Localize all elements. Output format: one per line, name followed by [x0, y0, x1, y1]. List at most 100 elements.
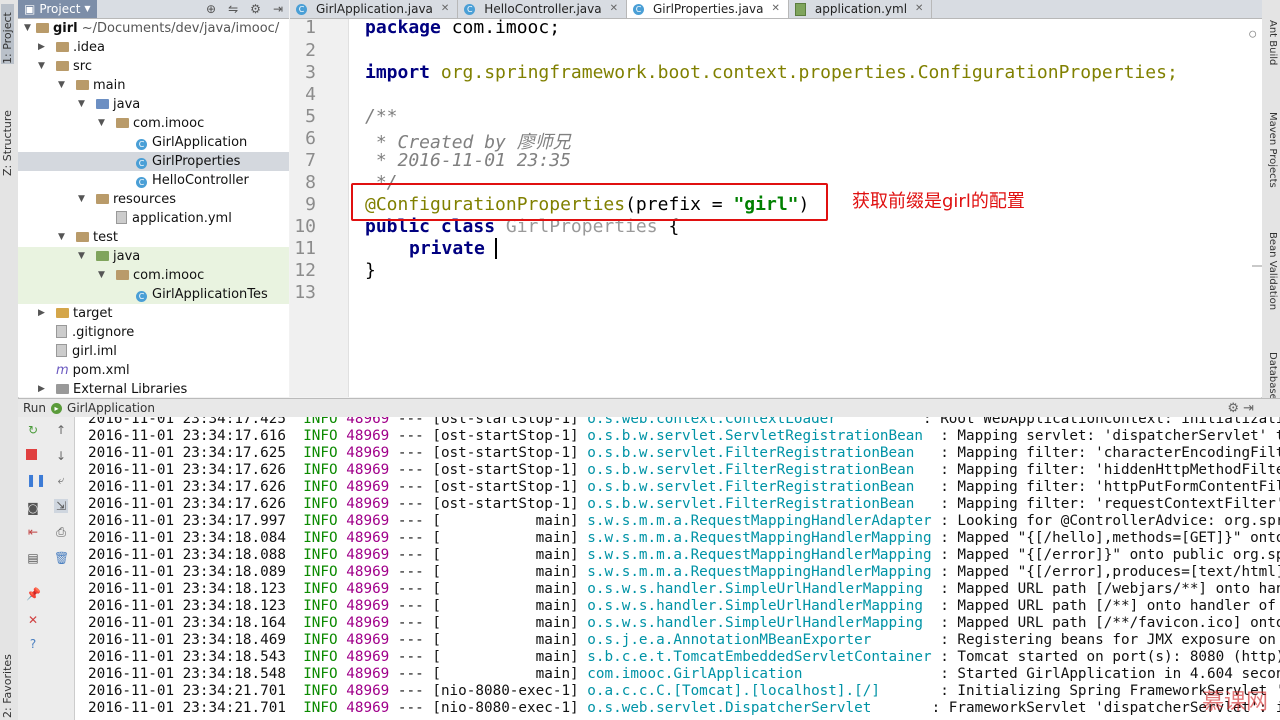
line-number: 7	[305, 150, 316, 171]
print-icon[interactable]: ⎙	[54, 525, 68, 539]
scroll-down-icon[interactable]: ↓	[54, 449, 68, 463]
stop-icon[interactable]	[26, 449, 37, 460]
log-line: 2016-11-01 23:34:18.164 INFO 48969 --- […	[88, 615, 1280, 631]
pin-icon[interactable]: 📌	[26, 587, 41, 601]
favorites-tool-button[interactable]: 2: Favorites	[1, 640, 14, 718]
line-number: 3	[305, 62, 316, 83]
tab-girlproperties[interactable]: C GirlProperties.java ✕	[627, 0, 789, 18]
tree-item-girlapplication[interactable]: C GirlApplication	[18, 133, 289, 152]
sync-icon[interactable]: ⊕	[206, 2, 216, 16]
tab-hellocontroller[interactable]: C HelloController.java ✕	[458, 0, 627, 18]
collapse-icon[interactable]: ⇋	[228, 2, 238, 16]
tree-item-test-java[interactable]: ▼ java	[18, 247, 289, 266]
bean-validation-button[interactable]: Bean Validation	[1267, 232, 1278, 310]
error-stripe-marker	[1252, 265, 1262, 267]
log-line: 2016-11-01 23:34:17.626 INFO 48969 --- […	[88, 496, 1280, 512]
tab-application-yml[interactable]: application.yml ✕	[789, 0, 933, 18]
close-icon[interactable]: ✕	[772, 0, 780, 18]
wrap-icon[interactable]: ⤶	[54, 473, 68, 487]
tree-item-java[interactable]: ▼ java	[18, 95, 289, 114]
code-line-3: import org.springframework.boot.context.…	[365, 62, 1178, 83]
tree-item-test-com-imooc[interactable]: ▼ com.imooc	[18, 266, 289, 285]
close-icon[interactable]: ✕	[26, 613, 40, 627]
file-icon	[56, 325, 67, 338]
project-view-selector[interactable]: ▣ Project ▼	[18, 0, 97, 18]
yml-file-icon	[794, 2, 806, 16]
watermark-logo: 慕课网	[1201, 690, 1268, 715]
line-number: 13	[294, 282, 316, 303]
tree-item-application-yml[interactable]: application.yml	[18, 209, 289, 228]
project-tool-button[interactable]: 1: Project	[1, 4, 14, 64]
class-icon: C	[296, 3, 307, 15]
camera-icon[interactable]: ◙	[26, 501, 40, 515]
tree-item-girlapplicationtests[interactable]: C GirlApplicationTes	[18, 285, 289, 304]
project-tree: ▼ girl ~/Documents/dev/java/imooc/ ▶ .id…	[18, 19, 289, 397]
tree-item-src[interactable]: ▼ src	[18, 57, 289, 76]
ant-build-button[interactable]: Ant Build	[1267, 20, 1278, 65]
file-icon	[56, 344, 67, 357]
trash-icon[interactable]: 🗑	[54, 551, 69, 565]
tab-girlapplication[interactable]: C GirlApplication.java ✕	[290, 0, 459, 18]
help-icon[interactable]: ?	[26, 637, 40, 651]
tree-item-target[interactable]: ▶ target	[18, 304, 289, 323]
class-icon: C	[136, 158, 147, 169]
run-console[interactable]: 2016-11-01 23:34:17.425 INFO 48969 --- […	[75, 417, 1280, 720]
scroll-end-icon[interactable]: ⇲	[54, 499, 68, 513]
log-line: 2016-11-01 23:34:17.616 INFO 48969 --- […	[88, 428, 1280, 444]
annotation-note: 获取前缀是girl的配置	[852, 191, 1025, 212]
code-line-1: package com.imooc;	[365, 19, 561, 38]
class-icon: C	[136, 139, 147, 150]
rerun-icon[interactable]: ↻	[26, 423, 40, 437]
tree-item-pom-xml[interactable]: m pom.xml	[18, 361, 289, 380]
exit-icon[interactable]: ⇤	[26, 525, 40, 539]
tree-item-gitignore[interactable]: .gitignore	[18, 323, 289, 342]
close-icon[interactable]: ✕	[610, 0, 618, 18]
project-icon: ▣	[24, 2, 36, 16]
line-number: 10	[294, 216, 316, 237]
text-cursor	[494, 238, 508, 259]
line-number: 12	[294, 260, 316, 281]
log-line: 2016-11-01 23:34:18.123 INFO 48969 --- […	[88, 581, 1280, 597]
annotation-highlight-box	[351, 183, 828, 221]
log-line: 2016-11-01 23:34:18.548 INFO 48969 --- […	[88, 666, 1280, 682]
editor-tabs: C GirlApplication.java ✕ C HelloController.…	[290, 0, 1262, 19]
hide-icon[interactable]: ⇥	[273, 2, 283, 16]
tree-item-hellocontroller[interactable]: C HelloController	[18, 171, 289, 190]
gear-icon[interactable]: ⚙ ⇥	[1227, 401, 1254, 416]
log-line: 2016-11-01 23:34:17.626 INFO 48969 --- […	[88, 462, 1280, 478]
line-number: 5	[305, 106, 316, 127]
line-number: 1	[305, 17, 316, 38]
run-panel-header: Run ▸ GirlApplication ⚙ ⇥	[18, 398, 1280, 418]
line-number: 9	[305, 194, 316, 215]
layout-icon[interactable]: ▤	[26, 551, 40, 565]
code-line-5: /**	[365, 106, 398, 127]
close-icon[interactable]: ✕	[441, 0, 449, 18]
scroll-up-icon[interactable]: ↑	[54, 423, 68, 437]
structure-tool-button[interactable]: Z: Structure	[1, 96, 14, 176]
class-icon: C	[136, 291, 147, 302]
tree-item-girl-iml[interactable]: girl.iml	[18, 342, 289, 361]
tree-item-com-imooc[interactable]: ▼ com.imooc	[18, 114, 289, 133]
run-label: Run	[23, 401, 47, 415]
tree-item-main[interactable]: ▼ main	[18, 76, 289, 95]
gear-icon[interactable]: ⚙	[250, 2, 261, 16]
tree-item-girl[interactable]: ▼ girl ~/Documents/dev/java/imooc/	[18, 19, 289, 38]
run-config-name[interactable]: GirlApplication	[67, 401, 155, 415]
log-line: 2016-11-01 23:34:17.425 INFO 48969 --- […	[88, 417, 1280, 427]
log-line: 2016-11-01 23:34:18.089 INFO 48969 --- […	[88, 564, 1280, 580]
database-button[interactable]: Database	[1267, 352, 1278, 400]
right-tool-strip: Ant Build Maven Projects Bean Validation…	[1261, 0, 1280, 400]
log-line: 2016-11-01 23:34:17.626 INFO 48969 --- […	[88, 479, 1280, 495]
close-icon[interactable]: ✕	[915, 0, 923, 18]
tree-item-resources[interactable]: ▼ resources	[18, 190, 289, 209]
tree-item-test[interactable]: ▼ test	[18, 228, 289, 247]
log-line: 2016-11-01 23:34:17.625 INFO 48969 --- […	[88, 445, 1280, 461]
file-icon	[116, 211, 127, 224]
class-icon: C	[136, 177, 147, 188]
tree-item-girlproperties[interactable]: C GirlProperties	[18, 152, 289, 171]
pause-icon[interactable]: ❚❚	[26, 473, 46, 487]
tree-item-idea[interactable]: ▶ .idea	[18, 38, 289, 57]
tree-item-external-libraries[interactable]: ▶ External Libraries	[18, 380, 289, 397]
log-line: 2016-11-01 23:34:18.084 INFO 48969 --- […	[88, 530, 1280, 546]
maven-projects-button[interactable]: Maven Projects	[1267, 112, 1278, 188]
